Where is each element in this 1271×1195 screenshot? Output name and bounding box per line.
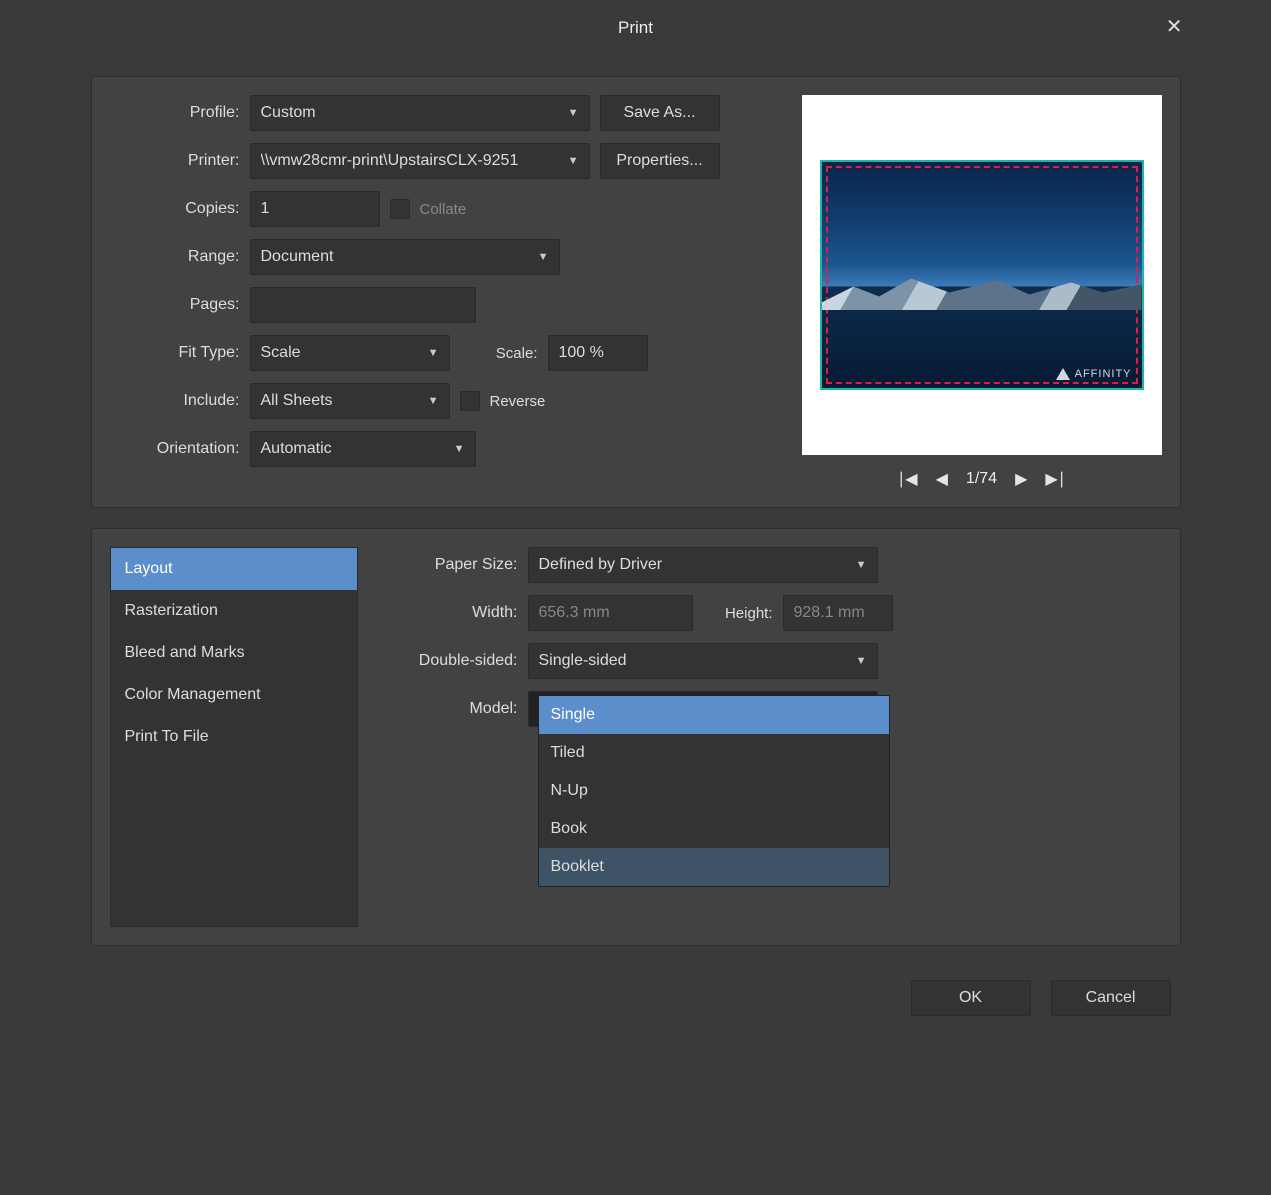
- layout-settings: Paper Size: Defined by Driver ▼ Width: H…: [398, 547, 1162, 927]
- chevron-down-icon: ▼: [856, 655, 867, 667]
- preview-column: AFFINITY ∣◀ ◀ 1/74 ▶ ▶∣: [802, 95, 1162, 489]
- cancel-button[interactable]: Cancel: [1051, 980, 1171, 1016]
- model-label: Model:: [398, 700, 518, 718]
- preview-art: [822, 270, 1142, 310]
- close-icon[interactable]: ✕: [1166, 14, 1183, 39]
- copies-label: Copies:: [110, 200, 240, 218]
- chevron-down-icon: ▼: [428, 395, 439, 407]
- orientation-select[interactable]: Automatic ▼: [250, 431, 476, 467]
- scale-label: Scale:: [460, 345, 538, 362]
- orientation-value: Automatic: [261, 440, 332, 458]
- print-settings-form: Profile: Custom ▼ Save As... Printer: \\…: [110, 95, 772, 489]
- affinity-text: AFFINITY: [1075, 368, 1132, 380]
- width-label: Width:: [398, 604, 518, 622]
- profile-label: Profile:: [110, 104, 240, 122]
- print-preview: AFFINITY: [802, 95, 1162, 455]
- next-page-icon[interactable]: ▶: [1015, 469, 1027, 489]
- include-value: All Sheets: [261, 392, 333, 410]
- double-sided-value: Single-sided: [539, 652, 627, 670]
- reverse-checkbox[interactable]: [460, 391, 480, 411]
- model-option-single[interactable]: Single: [539, 696, 889, 734]
- save-as-button[interactable]: Save As...: [600, 95, 720, 131]
- copies-input[interactable]: [250, 191, 380, 227]
- range-value: Document: [261, 248, 334, 266]
- profile-value: Custom: [261, 104, 316, 122]
- height-input[interactable]: [783, 595, 893, 631]
- chevron-down-icon: ▼: [568, 107, 579, 119]
- sidebar-item-bleed-and-marks[interactable]: Bleed and Marks: [111, 632, 357, 674]
- sidebar-item-color-management[interactable]: Color Management: [111, 674, 357, 716]
- orientation-label: Orientation:: [110, 440, 240, 458]
- settings-sidebar: LayoutRasterizationBleed and MarksColor …: [110, 547, 358, 927]
- model-option-booklet[interactable]: Booklet: [539, 848, 889, 886]
- dialog-title: Print: [618, 18, 653, 38]
- print-dialog: Print ✕ Profile: Custom ▼ Save As... Pri…: [71, 0, 1201, 1030]
- sidebar-item-layout[interactable]: Layout: [111, 548, 357, 590]
- affinity-watermark: AFFINITY: [1056, 368, 1132, 380]
- chevron-down-icon: ▼: [428, 347, 439, 359]
- paper-size-value: Defined by Driver: [539, 556, 663, 574]
- profile-select[interactable]: Custom ▼: [250, 95, 590, 131]
- pages-label: Pages:: [110, 296, 240, 314]
- model-dropdown: SingleTiledN-UpBookBooklet: [538, 695, 890, 887]
- chevron-down-icon: ▼: [568, 155, 579, 167]
- fit-type-value: Scale: [261, 344, 301, 362]
- sidebar-item-print-to-file[interactable]: Print To File: [111, 716, 357, 758]
- paper-size-select[interactable]: Defined by Driver ▼: [528, 547, 878, 583]
- paper-size-label: Paper Size:: [398, 556, 518, 574]
- range-label: Range:: [110, 248, 240, 266]
- double-sided-select[interactable]: Single-sided ▼: [528, 643, 878, 679]
- properties-button[interactable]: Properties...: [600, 143, 720, 179]
- preview-pager: ∣◀ ◀ 1/74 ▶ ▶∣: [802, 469, 1162, 489]
- model-option-n-up[interactable]: N-Up: [539, 772, 889, 810]
- page-indicator: 1/74: [966, 470, 997, 488]
- sidebar-item-rasterization[interactable]: Rasterization: [111, 590, 357, 632]
- model-option-book[interactable]: Book: [539, 810, 889, 848]
- printer-value: \\vmw28cmr-print\UpstairsCLX-9251: [261, 152, 519, 170]
- printer-label: Printer:: [110, 152, 240, 170]
- affinity-logo-icon: [1056, 368, 1070, 380]
- fit-type-label: Fit Type:: [110, 344, 240, 362]
- last-page-icon[interactable]: ▶∣: [1045, 469, 1065, 489]
- chevron-down-icon: ▼: [856, 559, 867, 571]
- height-label: Height:: [703, 605, 773, 622]
- print-settings-panel: Profile: Custom ▼ Save As... Printer: \\…: [91, 76, 1181, 508]
- titlebar: Print ✕: [71, 0, 1201, 56]
- range-select[interactable]: Document ▼: [250, 239, 560, 275]
- pages-input[interactable]: [250, 287, 476, 323]
- prev-page-icon[interactable]: ◀: [936, 469, 948, 489]
- width-input[interactable]: [528, 595, 693, 631]
- collate-checkbox[interactable]: [390, 199, 410, 219]
- advanced-panel: LayoutRasterizationBleed and MarksColor …: [91, 528, 1181, 946]
- collate-label: Collate: [420, 201, 467, 218]
- include-select[interactable]: All Sheets ▼: [250, 383, 450, 419]
- include-label: Include:: [110, 392, 240, 410]
- chevron-down-icon: ▼: [454, 443, 465, 455]
- printer-select[interactable]: \\vmw28cmr-print\UpstairsCLX-9251 ▼: [250, 143, 590, 179]
- dialog-footer: OK Cancel: [71, 966, 1201, 1030]
- ok-button[interactable]: OK: [911, 980, 1031, 1016]
- first-page-icon[interactable]: ∣◀: [897, 469, 917, 489]
- double-sided-label: Double-sided:: [398, 652, 518, 670]
- preview-image: AFFINITY: [820, 160, 1144, 390]
- fit-type-select[interactable]: Scale ▼: [250, 335, 450, 371]
- chevron-down-icon: ▼: [538, 251, 549, 263]
- reverse-label: Reverse: [490, 393, 546, 410]
- scale-input[interactable]: [548, 335, 648, 371]
- model-option-tiled[interactable]: Tiled: [539, 734, 889, 772]
